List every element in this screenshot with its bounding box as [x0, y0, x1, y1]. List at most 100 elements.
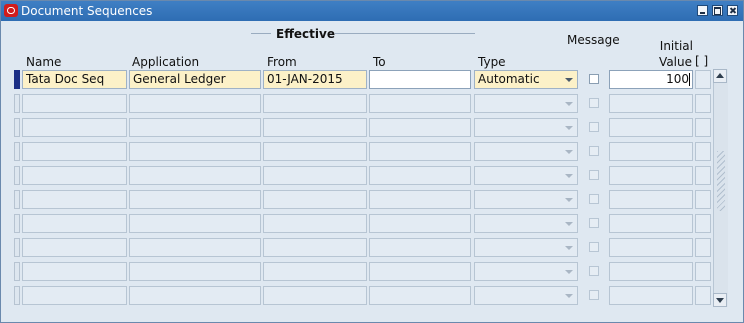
descriptive-flex-field[interactable]: [695, 142, 711, 161]
scroll-up-icon[interactable]: [713, 69, 727, 83]
to-date-field[interactable]: [369, 238, 471, 257]
record-indicator[interactable]: [14, 166, 20, 185]
type-dropdown[interactable]: [474, 286, 578, 305]
from-date-field[interactable]: [263, 166, 367, 185]
from-date-field[interactable]: [263, 94, 367, 113]
header-folder-bracket[interactable]: [ ]: [695, 54, 708, 68]
type-dropdown[interactable]: Automatic: [474, 70, 578, 89]
descriptive-flex-field[interactable]: [695, 238, 711, 257]
from-date-field[interactable]: 01-JAN-2015: [263, 70, 367, 89]
message-checkbox[interactable]: [589, 266, 599, 276]
type-dropdown[interactable]: [474, 190, 578, 209]
descriptive-flex-field[interactable]: [695, 118, 711, 137]
descriptive-flex-field[interactable]: [695, 286, 711, 305]
chevron-down-icon[interactable]: [565, 126, 573, 130]
title-bar[interactable]: Document Sequences: [1, 1, 743, 21]
record-indicator[interactable]: [14, 238, 20, 257]
name-field[interactable]: [22, 190, 127, 209]
initial-value-field[interactable]: [609, 190, 693, 209]
message-checkbox[interactable]: [589, 290, 599, 300]
scroll-down-icon[interactable]: [713, 293, 727, 307]
chevron-down-icon[interactable]: [565, 150, 573, 154]
type-dropdown[interactable]: [474, 262, 578, 281]
chevron-down-icon[interactable]: [565, 78, 573, 82]
descriptive-flex-field[interactable]: [695, 262, 711, 281]
to-date-field[interactable]: [369, 166, 471, 185]
minimize-icon[interactable]: [697, 5, 708, 16]
application-field[interactable]: [129, 190, 261, 209]
name-field[interactable]: [22, 238, 127, 257]
from-date-field[interactable]: [263, 118, 367, 137]
message-checkbox[interactable]: [589, 98, 599, 108]
message-checkbox[interactable]: [589, 218, 599, 228]
type-dropdown[interactable]: [474, 142, 578, 161]
to-date-field[interactable]: [369, 190, 471, 209]
to-date-field[interactable]: [369, 262, 471, 281]
name-field[interactable]: Tata Doc Seq: [22, 70, 127, 89]
descriptive-flex-field[interactable]: [695, 190, 711, 209]
close-icon[interactable]: [727, 5, 738, 16]
initial-value-field[interactable]: [609, 286, 693, 305]
record-indicator[interactable]: [14, 142, 20, 161]
name-field[interactable]: [22, 118, 127, 137]
message-checkbox[interactable]: [589, 242, 599, 252]
chevron-down-icon[interactable]: [565, 246, 573, 250]
application-field[interactable]: [129, 94, 261, 113]
to-date-field[interactable]: [369, 214, 471, 233]
initial-value-field[interactable]: [609, 118, 693, 137]
application-field[interactable]: [129, 214, 261, 233]
initial-value-field[interactable]: 100: [609, 70, 693, 89]
type-dropdown[interactable]: [474, 238, 578, 257]
application-field[interactable]: [129, 286, 261, 305]
chevron-down-icon[interactable]: [565, 102, 573, 106]
name-field[interactable]: [22, 262, 127, 281]
initial-value-field[interactable]: [609, 262, 693, 281]
from-date-field[interactable]: [263, 142, 367, 161]
type-dropdown[interactable]: [474, 94, 578, 113]
record-indicator[interactable]: [14, 262, 20, 281]
chevron-down-icon[interactable]: [565, 270, 573, 274]
message-checkbox[interactable]: [589, 122, 599, 132]
chevron-down-icon[interactable]: [565, 294, 573, 298]
record-indicator[interactable]: [14, 190, 20, 209]
message-checkbox[interactable]: [589, 146, 599, 156]
message-checkbox[interactable]: [589, 170, 599, 180]
descriptive-flex-field[interactable]: [695, 70, 711, 89]
initial-value-field[interactable]: [609, 94, 693, 113]
record-indicator[interactable]: [14, 118, 20, 137]
to-date-field[interactable]: [369, 118, 471, 137]
from-date-field[interactable]: [263, 190, 367, 209]
to-date-field[interactable]: [369, 70, 471, 89]
descriptive-flex-field[interactable]: [695, 166, 711, 185]
to-date-field[interactable]: [369, 286, 471, 305]
application-field[interactable]: General Ledger: [129, 70, 261, 89]
application-field[interactable]: [129, 238, 261, 257]
descriptive-flex-field[interactable]: [695, 94, 711, 113]
name-field[interactable]: [22, 166, 127, 185]
to-date-field[interactable]: [369, 142, 471, 161]
initial-value-field[interactable]: [609, 238, 693, 257]
record-indicator[interactable]: [14, 70, 20, 89]
descriptive-flex-field[interactable]: [695, 214, 711, 233]
to-date-field[interactable]: [369, 94, 471, 113]
from-date-field[interactable]: [263, 286, 367, 305]
initial-value-field[interactable]: [609, 214, 693, 233]
type-dropdown[interactable]: [474, 118, 578, 137]
maximize-icon[interactable]: [712, 5, 723, 16]
name-field[interactable]: [22, 214, 127, 233]
type-dropdown[interactable]: [474, 166, 578, 185]
type-dropdown[interactable]: [474, 214, 578, 233]
initial-value-field[interactable]: [609, 166, 693, 185]
message-checkbox[interactable]: [589, 74, 599, 84]
record-indicator[interactable]: [14, 214, 20, 233]
application-field[interactable]: [129, 142, 261, 161]
chevron-down-icon[interactable]: [565, 222, 573, 226]
application-field[interactable]: [129, 166, 261, 185]
application-field[interactable]: [129, 118, 261, 137]
message-checkbox[interactable]: [589, 194, 599, 204]
name-field[interactable]: [22, 142, 127, 161]
name-field[interactable]: [22, 94, 127, 113]
chevron-down-icon[interactable]: [565, 174, 573, 178]
from-date-field[interactable]: [263, 214, 367, 233]
from-date-field[interactable]: [263, 262, 367, 281]
